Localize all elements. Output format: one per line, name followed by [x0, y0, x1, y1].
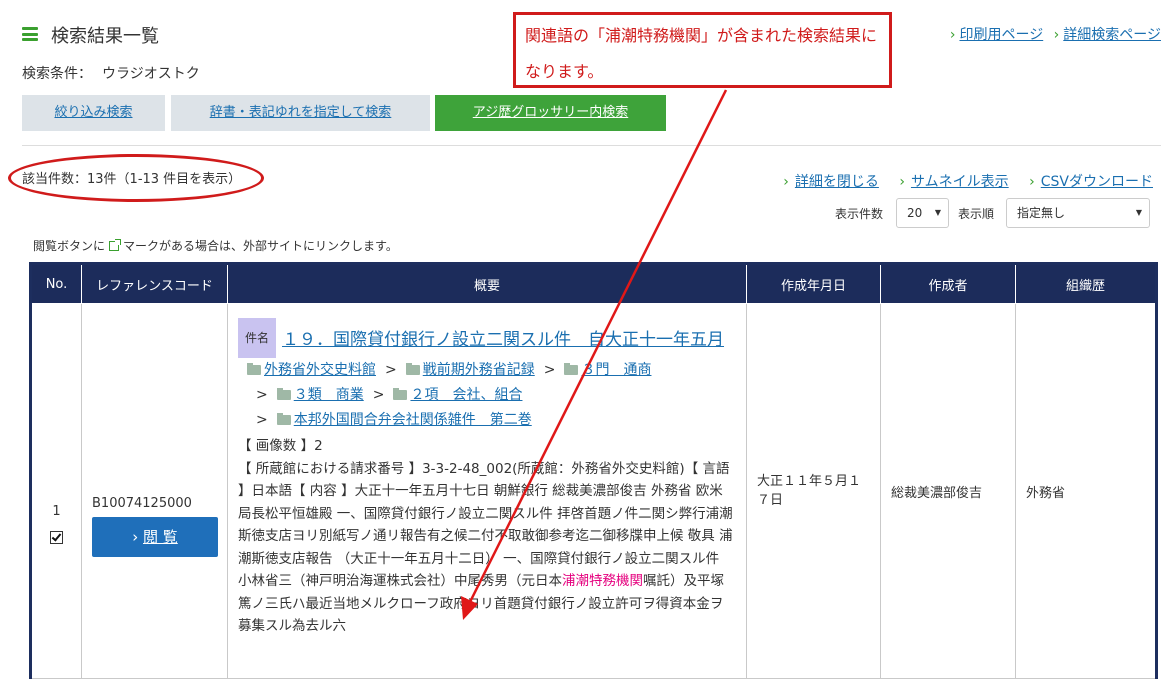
view-button[interactable]: › 閲 覧: [92, 516, 218, 557]
org-cell: 外務省: [1015, 303, 1157, 679]
external-link-note: 閲覧ボタンに マークがある場合は、外部サイトにリンクします。: [33, 237, 398, 254]
breadcrumb-separator: >: [372, 387, 385, 403]
view-button-label: 閲 覧: [143, 527, 178, 546]
subject-badge: 件名: [238, 318, 277, 358]
search-condition: 検索条件： ウラジオストク: [22, 63, 200, 83]
date-cell: 大正１１年５月１７日: [746, 303, 881, 679]
menu-icon: [22, 27, 38, 41]
breadcrumb-link[interactable]: 戦前期外務省記録: [423, 362, 535, 378]
col-header-no: No.: [30, 263, 82, 304]
col-header-creator: 作成者: [880, 263, 1016, 304]
thumbnail-view-link[interactable]: サムネイル表示: [911, 174, 1009, 190]
close-details-link[interactable]: 詳細を閉じる: [795, 174, 879, 190]
table-row: 1 B10074125000 › 閲 覧 件名 １９．国際貸付銀行ノ設立二関スル件…: [30, 303, 1157, 679]
results-table: No. レファレンスコード 概要 作成年月日 作成者 組織歴 1 B100741…: [29, 262, 1158, 679]
tab-dictionary-search[interactable]: 辞書・表記ゆれを指定して検索: [171, 95, 430, 131]
breadcrumb-link[interactable]: ３類 商業: [294, 387, 364, 403]
annotation-ellipse: [8, 154, 264, 202]
breadcrumb-link[interactable]: 本邦外国間合弁会社関係雑件 第二巻: [294, 412, 532, 428]
summary-cell: 件名 １９．国際貸付銀行ノ設立二関スル件 自大正十一年五月 外務省外交史料館 > 戦前…: [227, 303, 747, 679]
csv-download-link[interactable]: CSVダウンロード: [1041, 174, 1153, 190]
folder-icon: [564, 363, 579, 375]
divider: [22, 145, 1161, 146]
chevron-right-icon: ›: [1029, 174, 1035, 190]
tab-label: 辞書・表記ゆれを指定して検索: [209, 105, 392, 120]
annotation-callout: 関連語の「浦潮特務機関」が含まれた検索結果になります。: [513, 12, 892, 88]
description-text: 【 画像数 】2 【 所蔵館における請求番号 】3-3-2-48_002(所蔵館…: [238, 438, 733, 589]
tab-refine-search[interactable]: 絞り込み検索: [22, 95, 165, 131]
breadcrumb-link[interactable]: ２項 会社、組合: [410, 387, 522, 403]
breadcrumb-link[interactable]: 外務省外交史料館: [264, 362, 376, 378]
folder-icon: [247, 363, 261, 375]
breadcrumb-link[interactable]: ３門 通商: [581, 362, 651, 378]
order-label: 表示順: [958, 207, 995, 221]
breadcrumb-separator: >: [543, 362, 556, 378]
caret-down-icon: ▼: [934, 208, 941, 217]
folder-icon: [393, 388, 408, 400]
row-number: 1: [52, 504, 61, 519]
row-no-cell: 1: [30, 303, 82, 679]
creator: 総裁美濃部俊吉: [891, 485, 983, 501]
advanced-search-link[interactable]: 詳細検索ページ: [1063, 27, 1161, 43]
row-checkbox[interactable]: [50, 531, 63, 544]
chevron-right-icon: ›: [1053, 27, 1060, 43]
created-date: 大正１１年５月１７日: [757, 474, 862, 508]
creator-cell: 総裁美濃部俊吉: [880, 303, 1016, 679]
folder-icon: [276, 413, 291, 425]
page-title: 検索結果一覧: [51, 26, 159, 47]
tab-label: アジ歴グロッサリー内検索: [472, 105, 629, 120]
refcode-cell: B10074125000 › 閲 覧: [81, 303, 228, 679]
caret-down-icon: ▼: [1135, 208, 1142, 217]
per-page-label: 表示件数: [835, 207, 884, 221]
external-link-icon: [109, 239, 122, 251]
breadcrumb-separator: >: [256, 387, 268, 403]
folder-icon: [405, 363, 420, 375]
record-title-link[interactable]: １９．国際貸付銀行ノ設立二関スル件 自大正十一年五月: [282, 330, 724, 350]
table-header-row: No. レファレンスコード 概要 作成年月日 作成者 組織歴: [30, 263, 1157, 304]
chevron-right-icon: ›: [949, 27, 956, 43]
breadcrumb-separator: >: [385, 362, 397, 378]
record-description: 【 画像数 】2 【 所蔵館における請求番号 】3-3-2-48_002(所蔵館…: [238, 435, 736, 638]
col-header-refcode: レファレンスコード: [81, 263, 228, 304]
reference-code: B10074125000: [92, 495, 192, 511]
folder-icon: [276, 388, 291, 400]
result-actions: › 詳細を閉じる › サムネイル表示 › CSVダウンロード: [767, 171, 1153, 191]
condition-label: 検索条件：: [22, 66, 92, 82]
per-page-select[interactable]: 20 ▼: [896, 198, 949, 228]
order-select[interactable]: 指定無し ▼: [1006, 198, 1150, 228]
print-page-link[interactable]: 印刷用ページ: [959, 27, 1043, 43]
col-header-summary: 概要: [227, 263, 747, 304]
organization: 外務省: [1026, 485, 1066, 501]
tab-glossary-search[interactable]: アジ歴グロッサリー内検索: [435, 95, 666, 131]
note-text: マークがある場合は、外部サイトにリンクします。: [123, 239, 398, 253]
col-header-date: 作成年月日: [746, 263, 881, 304]
chevron-right-icon: ›: [899, 174, 905, 190]
order-value: 指定無し: [1017, 206, 1066, 220]
breadcrumb-separator: >: [256, 412, 268, 428]
record-title: 件名 １９．国際貸付銀行ノ設立二関スル件 自大正十一年五月: [238, 318, 736, 358]
per-page-value: 20: [907, 206, 923, 220]
tab-label: 絞り込み検索: [54, 105, 133, 120]
condition-value: ウラジオストク: [102, 66, 200, 82]
breadcrumb: 外務省外交史料館 > 戦前期外務省記録 >３門 通商 >３類 商業 >２項 会社、組合 …: [247, 358, 736, 433]
chevron-right-icon: ›: [783, 174, 789, 190]
top-links: › 印刷用ページ › 詳細検索ページ: [944, 24, 1161, 44]
highlighted-term: 浦潮特務機関: [562, 573, 643, 589]
note-text: 閲覧ボタンに: [33, 239, 106, 253]
col-header-org: 組織歴: [1015, 263, 1157, 304]
